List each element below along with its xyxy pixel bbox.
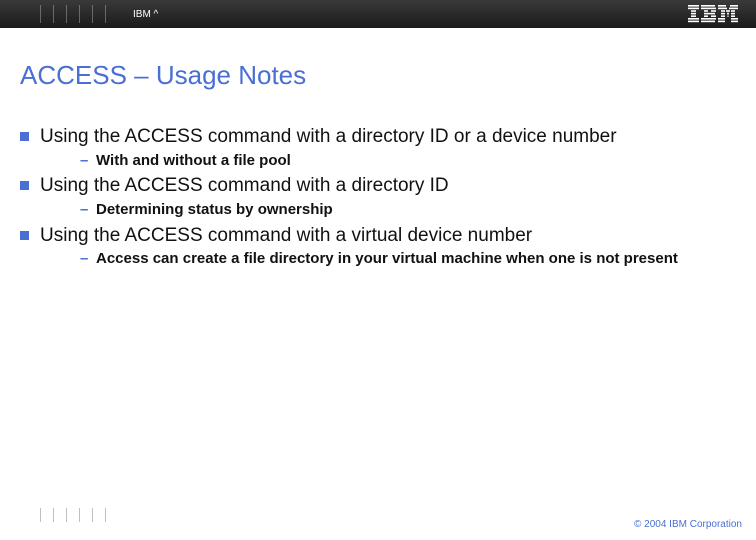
bullet-text: With and without a file pool <box>96 152 291 169</box>
slide: IBM ^ <box>0 0 756 540</box>
bullet-text: Using the ACCESS command with a virtual … <box>40 225 532 246</box>
bullet-text: Access can create a file directory in yo… <box>96 250 678 267</box>
bullet-level2: Access can create a file directory in yo… <box>80 249 726 269</box>
bullet-text: Using the ACCESS command with a director… <box>40 126 617 147</box>
bullet-level2: Determining status by ownership <box>80 200 726 220</box>
slide-body: Using the ACCESS command with a director… <box>0 125 756 269</box>
bullet-text: Using the ACCESS command with a director… <box>40 175 449 196</box>
bullet-level1: Using the ACCESS command with a director… <box>20 125 726 149</box>
bullet-text: Determining status by ownership <box>96 201 333 218</box>
slide-title: ACCESS – Usage Notes <box>20 60 756 91</box>
header-bar: IBM ^ <box>0 0 756 28</box>
header-brand-text: IBM ^ <box>133 9 158 20</box>
bullet-level1: Using the ACCESS command with a director… <box>20 174 726 198</box>
header-tick-marks <box>0 0 125 28</box>
bullet-level2: With and without a file pool <box>80 151 726 171</box>
bullet-level1: Using the ACCESS command with a virtual … <box>20 224 726 248</box>
footer-tick-marks <box>40 508 106 522</box>
copyright-text: © 2004 IBM Corporation <box>634 519 742 530</box>
ibm-logo-icon <box>688 5 738 23</box>
